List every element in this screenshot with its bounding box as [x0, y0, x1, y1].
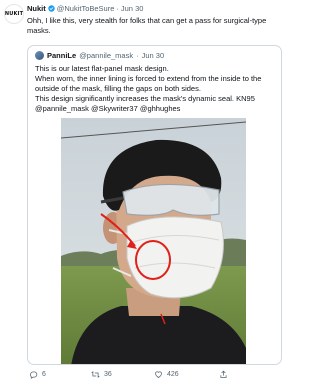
quoted-tweet-text: This is our latest flat-panel mask desig… [35, 64, 277, 114]
reply-count: 6 [42, 371, 46, 378]
verified-badge-icon [48, 5, 55, 12]
quoted-tweet[interactable]: PanniLe @pannile_mask · Jun 30 This is o… [27, 45, 282, 365]
like-count: 426 [167, 371, 179, 378]
quoted-text-line: outside of the mask, filling the gaps on… [35, 84, 201, 93]
tweet-date[interactable]: Jun 30 [121, 4, 144, 13]
quoted-tweet-header: PanniLe @pannile_mask · Jun 30 [35, 51, 164, 60]
retweet-count: 36 [104, 371, 112, 378]
author-name[interactable]: Nukit [27, 4, 46, 13]
tweet-header: Nukit @NukitToBeSure · Jun 30 [27, 4, 143, 13]
separator-dot: · [116, 4, 119, 13]
quoted-author-handle[interactable]: @pannile_mask [79, 51, 133, 60]
share-icon [219, 370, 228, 379]
quoted-separator-dot: · [136, 51, 139, 60]
retweet-icon [91, 370, 100, 379]
quoted-tweet-date[interactable]: Jun 30 [142, 51, 165, 60]
quoted-text-line: This is our latest flat-panel mask desig… [35, 64, 169, 73]
mask-photo-image [61, 118, 246, 364]
like-button[interactable]: 426 [154, 370, 179, 379]
quoted-author-name[interactable]: PanniLe [47, 51, 76, 60]
reply-icon [29, 370, 38, 379]
reply-button[interactable]: 6 [29, 370, 46, 379]
retweet-button[interactable]: 36 [91, 370, 112, 379]
quoted-text-line: When worn, the inner lining is forced to… [35, 74, 262, 83]
quoted-tweet-photo[interactable] [61, 118, 246, 364]
tweet-text: Ohh, I like this, very stealth for folks… [27, 16, 267, 35]
share-button[interactable] [219, 370, 228, 379]
avatar-logo-text: NUKIT [4, 11, 24, 17]
tweet[interactable]: NUKIT Nukit @NukitToBeSure · Jun 30 Ohh,… [0, 0, 288, 384]
quoted-text-line: @pannile_mask @Skywriter37 @ghhughes [35, 104, 181, 113]
quoted-text-line: This design significantly increases the … [35, 94, 255, 103]
author-handle[interactable]: @NukitToBeSure [57, 4, 115, 13]
quoted-author-avatar[interactable] [35, 51, 44, 60]
tweet-actions: 6 36 426 [27, 370, 282, 382]
heart-icon [154, 370, 163, 379]
author-avatar[interactable]: NUKIT [4, 4, 24, 24]
